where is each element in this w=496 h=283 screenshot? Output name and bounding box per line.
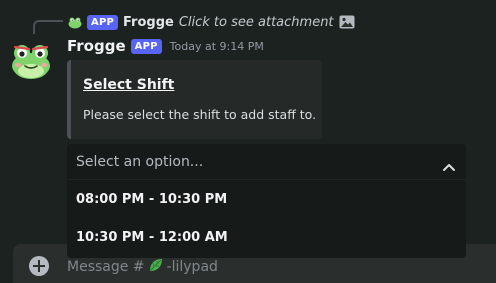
select-option[interactable]: 08:00 PM - 10:30 PM — [67, 180, 466, 218]
app-tag: APP — [130, 38, 162, 54]
composer-prefix: Message # — [67, 259, 145, 275]
message-timestamp[interactable]: Today at 9:14 PM — [170, 40, 264, 53]
shift-select[interactable]: Select an option... 08:00 PM - 10:30 PM … — [67, 144, 466, 258]
author-avatar[interactable] — [10, 38, 52, 80]
select-placeholder: Select an option... — [76, 153, 204, 170]
chevron-up-icon[interactable] — [442, 157, 456, 171]
reply-preview[interactable]: APP Frogge Click to see attachment — [68, 13, 355, 31]
leaf-icon — [148, 257, 164, 277]
composer-placeholder[interactable]: Message # -lilypad — [67, 257, 218, 277]
shift-embed: Select Shift Please select the shift to … — [67, 60, 322, 139]
composer-channel: -lilypad — [166, 259, 218, 275]
reply-text[interactable]: Click to see attachment — [179, 15, 334, 30]
reply-avatar — [68, 15, 82, 29]
reply-connector — [33, 20, 63, 34]
select-header[interactable]: Select an option... — [67, 144, 466, 180]
reply-app-tag: APP — [87, 14, 118, 30]
reply-author[interactable]: Frogge — [123, 15, 174, 30]
message-header: Frogge APP Today at 9:14 PM — [67, 37, 264, 55]
select-option[interactable]: 10:30 PM - 12:00 AM — [67, 218, 466, 256]
embed-description: Please select the shift to add staff to. — [83, 107, 317, 122]
plus-circle-icon[interactable] — [29, 256, 49, 276]
image-icon — [339, 15, 355, 29]
message-author[interactable]: Frogge — [67, 37, 126, 55]
embed-title: Select Shift — [83, 77, 175, 93]
